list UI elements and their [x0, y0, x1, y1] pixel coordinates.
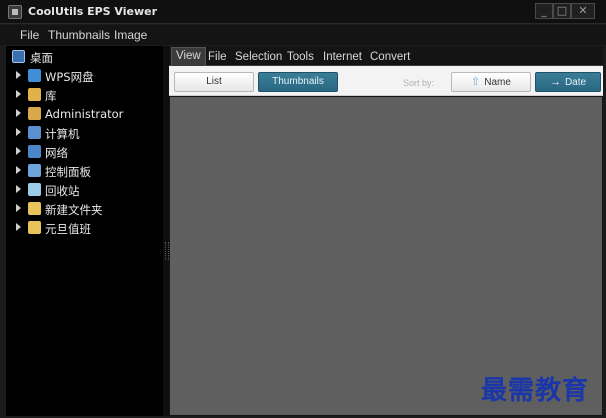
- title-bar: CoolUtils EPS Viewer _ □ ✕: [0, 0, 606, 24]
- watermark-text: 最需教育: [481, 376, 590, 406]
- tree-item-label: 桌面: [30, 51, 53, 65]
- tree-item[interactable]: 控制面板: [6, 162, 163, 180]
- computer-icon: [28, 126, 41, 139]
- sort-by-date-button[interactable]: → Date: [535, 72, 601, 92]
- recycle-bin-icon: [28, 183, 41, 196]
- tree-item-label: 新建文件夹: [45, 203, 103, 217]
- menu-thumbnails[interactable]: Thumbnails: [48, 28, 110, 42]
- folder-tree: 桌面 WPS网盘库 Administrator 计算机网络控制面板回收站新建文件夹元…: [6, 46, 163, 416]
- folder-icon: [28, 221, 41, 234]
- tab-file[interactable]: File: [204, 49, 231, 66]
- tree-item-label: 计算机: [45, 127, 80, 141]
- menu-bar: File Thumbnails Image: [0, 25, 606, 45]
- expand-caret-icon[interactable]: [16, 204, 21, 212]
- sort-by-name-button[interactable]: ⇧ Name: [451, 72, 531, 92]
- tree-item[interactable]: 回收站: [6, 181, 163, 199]
- sort-name-label: Name: [484, 77, 511, 88]
- control-panel-icon: [28, 164, 41, 177]
- minimize-button[interactable]: _: [535, 3, 553, 19]
- tree-item-desktop[interactable]: 桌面: [6, 48, 163, 66]
- tree-item[interactable]: 新建文件夹: [6, 200, 163, 218]
- tree-item-label: 网络: [45, 146, 68, 160]
- expand-caret-icon[interactable]: [16, 223, 21, 231]
- thumbnails-view-button[interactable]: Thumbnails: [258, 72, 338, 92]
- expand-caret-icon[interactable]: [16, 109, 21, 117]
- tree-item[interactable]: 元旦值班: [6, 219, 163, 237]
- tree-item[interactable]: 计算机: [6, 124, 163, 142]
- tree-item-label: 回收站: [45, 184, 80, 198]
- thumbnail-viewer-area[interactable]: [170, 97, 602, 415]
- menu-file[interactable]: File: [20, 28, 39, 42]
- tree-item[interactable]: Administrator: [6, 105, 163, 123]
- tree-item-label: 元旦值班: [45, 222, 91, 236]
- arrow-right-icon: →: [549, 76, 561, 88]
- user-folder-icon: [28, 107, 41, 120]
- close-button[interactable]: ✕: [571, 3, 595, 19]
- expand-caret-icon[interactable]: [16, 166, 21, 174]
- tab-bar: View File Selection Tools Internet Conve…: [169, 46, 603, 66]
- tree-item[interactable]: 库: [6, 86, 163, 104]
- tab-selection[interactable]: Selection: [231, 49, 286, 66]
- tree-item-label: 控制面板: [45, 165, 91, 179]
- cloud-drive-icon: [28, 69, 41, 82]
- expand-caret-icon[interactable]: [16, 128, 21, 136]
- library-icon: [28, 88, 41, 101]
- expand-caret-icon[interactable]: [16, 185, 21, 193]
- desktop-icon: [12, 50, 25, 63]
- tab-view[interactable]: View: [171, 47, 206, 66]
- tree-item[interactable]: 网络: [6, 143, 163, 161]
- tab-internet[interactable]: Internet: [319, 49, 366, 66]
- folder-icon: [28, 202, 41, 215]
- upload-arrow-icon: ⇧: [471, 76, 481, 88]
- menu-image[interactable]: Image: [114, 28, 147, 42]
- view-toolbar: List Thumbnails Sort by: ⇧ Name → Date: [169, 66, 603, 96]
- tree-item-label: WPS网盘: [45, 70, 94, 84]
- list-view-button[interactable]: List: [174, 72, 254, 92]
- network-icon: [28, 145, 41, 158]
- sort-by-label: Sort by:: [403, 78, 435, 88]
- sort-date-label: Date: [564, 77, 587, 88]
- expand-caret-icon[interactable]: [16, 71, 21, 79]
- tree-item-label: Administrator: [45, 107, 124, 121]
- tab-convert[interactable]: Convert: [366, 49, 414, 66]
- app-icon: [8, 5, 22, 19]
- expand-caret-icon[interactable]: [16, 147, 21, 155]
- tree-item-label: 库: [45, 89, 57, 103]
- tree-item[interactable]: WPS网盘: [6, 67, 163, 85]
- maximize-button[interactable]: □: [553, 3, 571, 19]
- content-pane: View File Selection Tools Internet Conve…: [169, 46, 603, 416]
- tab-tools[interactable]: Tools: [283, 49, 318, 66]
- expand-caret-icon[interactable]: [16, 90, 21, 98]
- window-title: CoolUtils EPS Viewer: [28, 5, 157, 18]
